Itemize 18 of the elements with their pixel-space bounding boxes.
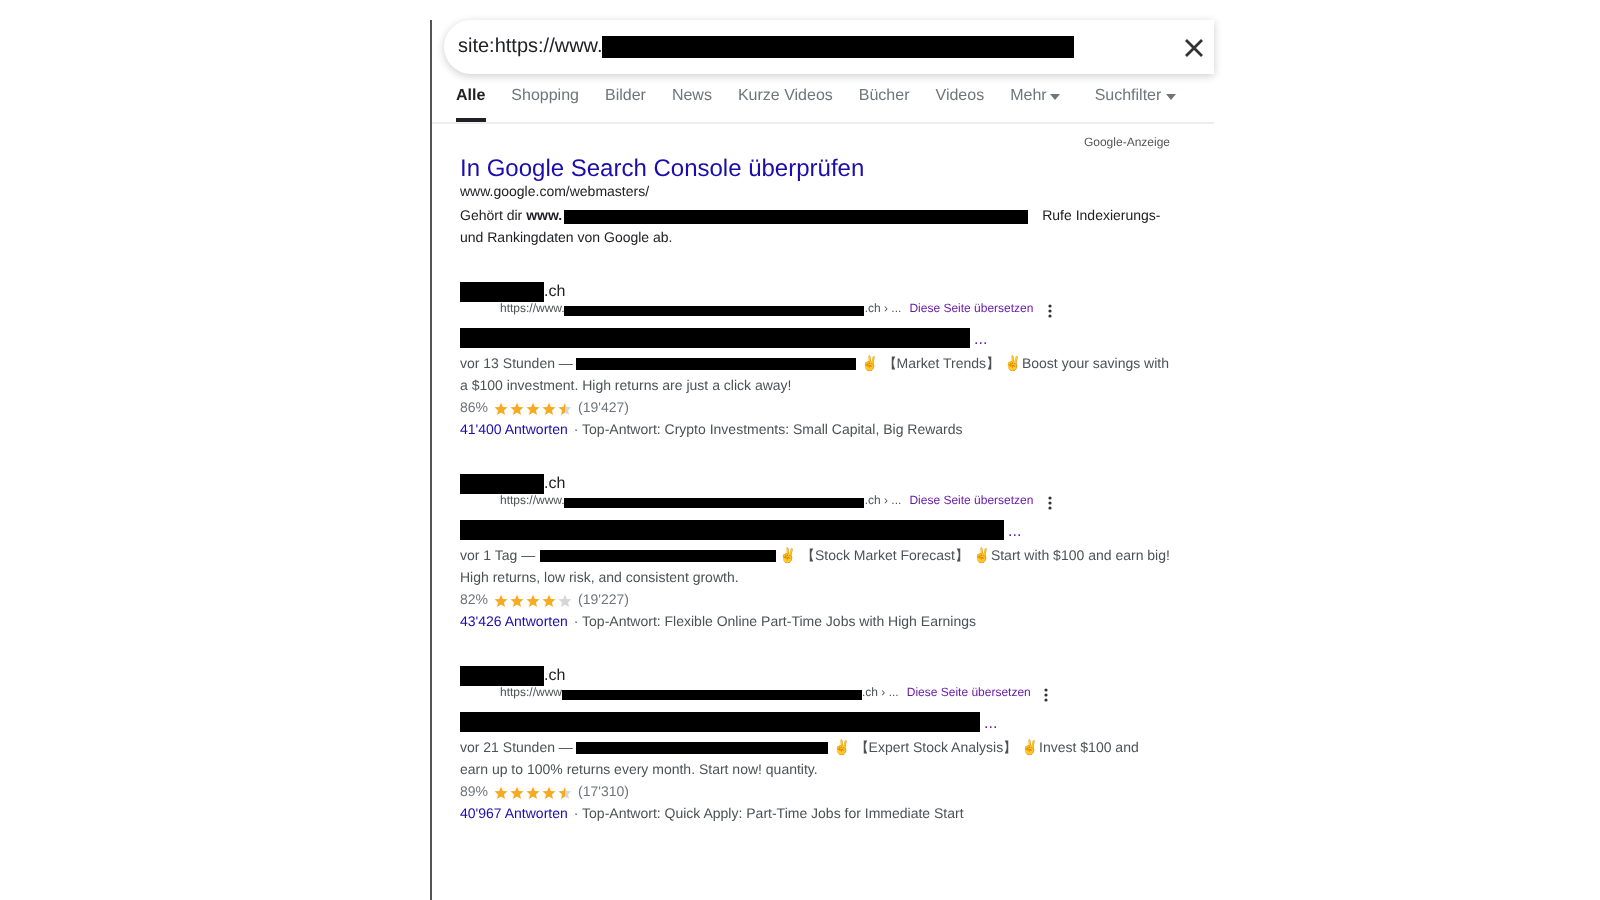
search-filter-menu[interactable]: Suchfilter bbox=[1094, 84, 1176, 122]
tab[interactable]: Shopping bbox=[511, 84, 579, 122]
ad-title[interactable]: In Google Search Console überprüfen bbox=[460, 154, 1170, 182]
tab[interactable]: Videos bbox=[935, 84, 985, 122]
site-name: .ch bbox=[544, 282, 568, 302]
tab[interactable]: Bilder bbox=[604, 84, 646, 122]
tab[interactable]: News bbox=[671, 84, 712, 122]
title-ellipsis[interactable]: ... bbox=[1008, 524, 1022, 540]
search-query: site:https://www. bbox=[458, 34, 603, 62]
tab[interactable]: Kurze Videos bbox=[737, 84, 833, 122]
tab[interactable]: Alle bbox=[456, 84, 486, 122]
site-name: .ch bbox=[544, 474, 568, 494]
title-ellipsis[interactable]: ... bbox=[984, 716, 998, 732]
search-field[interactable]: site:https://www. bbox=[444, 20, 1214, 74]
tab[interactable]: Bücher bbox=[858, 84, 910, 122]
title-ellipsis[interactable]: ... bbox=[974, 332, 988, 348]
tab[interactable]: Mehr bbox=[1010, 84, 1061, 122]
site-name: .ch bbox=[544, 666, 568, 686]
